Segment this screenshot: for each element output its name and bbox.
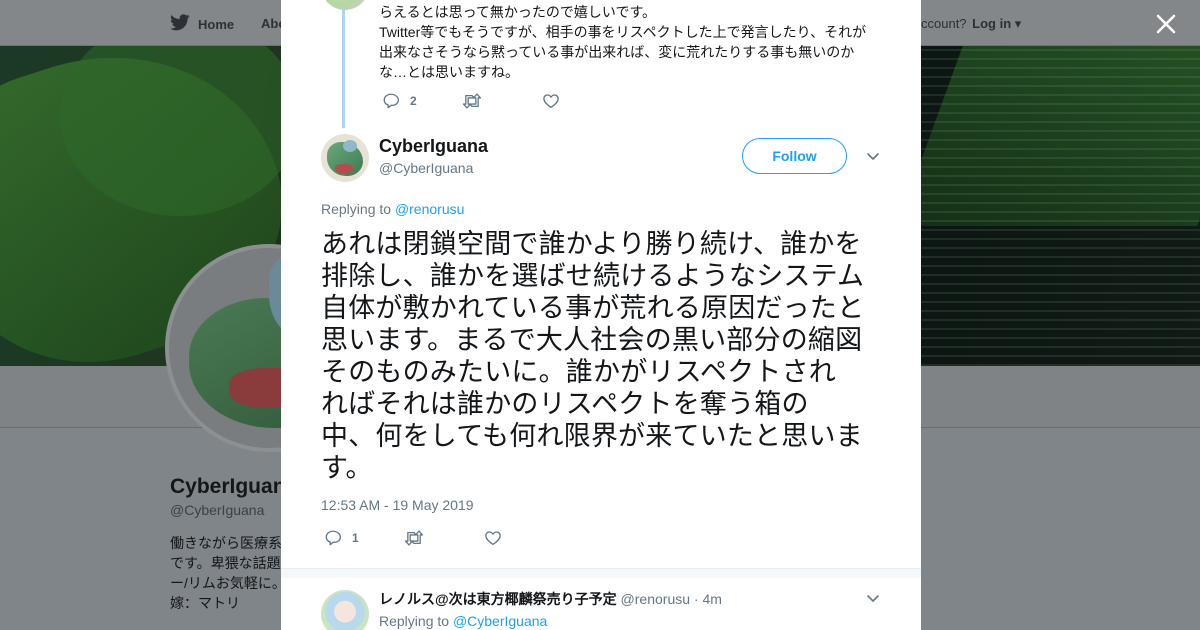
reply-button[interactable]: 1 bbox=[324, 529, 404, 547]
tweet-text-line: 自体が敷かれている事が荒れる原因だったと bbox=[321, 293, 865, 323]
tweet-text-line: Twitter等でもそうですが、相手の事をリスペクトした上で発言したり、それが bbox=[379, 24, 867, 40]
profile-handle: @CyberIguana bbox=[170, 502, 265, 518]
bio-line: ー/リムお気軽に。 bbox=[170, 575, 286, 591]
chevron-down-icon bbox=[865, 151, 881, 168]
previous-tweet-actions: 2 bbox=[382, 92, 570, 110]
replies-divider bbox=[281, 568, 921, 578]
reply-button[interactable]: 2 bbox=[382, 92, 462, 110]
reply-author-handle[interactable]: @renorusu bbox=[621, 591, 690, 607]
reply-count: 1 bbox=[352, 531, 359, 545]
avatar[interactable] bbox=[321, 134, 369, 182]
close-icon bbox=[1154, 12, 1178, 36]
reply-icon bbox=[382, 92, 400, 110]
main-tweet-text: あれは閉鎖空間で誰かより勝り続け、誰かを 排除し、誰かを選ばせ続けるようなシステ… bbox=[321, 228, 887, 484]
login-link[interactable]: Log in ▾ bbox=[972, 16, 1021, 31]
bio-line: 嫁：マトリ bbox=[170, 595, 240, 611]
twitter-bird-icon bbox=[170, 14, 190, 34]
reply-options-button[interactable] bbox=[865, 590, 881, 606]
reply-count: 2 bbox=[410, 94, 417, 108]
tweet-permalink-modal: らえるとは思って無かったので嬉しいです。 Twitter等でもそうですが、相手の… bbox=[281, 0, 921, 630]
retweet-button[interactable] bbox=[404, 529, 484, 547]
nav-home-label: Home bbox=[198, 16, 235, 32]
like-button[interactable] bbox=[484, 529, 512, 547]
tweet-text-line: 思います。まるで大人社会の黒い部分の縮図 bbox=[321, 325, 863, 355]
reply-icon bbox=[324, 529, 342, 547]
avatar[interactable] bbox=[321, 590, 369, 630]
tweet-text-line: らえるとは思って無かったので嬉しいです。 bbox=[379, 4, 657, 20]
retweet-icon bbox=[462, 92, 482, 110]
like-button[interactable] bbox=[542, 92, 570, 110]
profile-name: CyberIguana bbox=[170, 475, 298, 498]
avatar[interactable] bbox=[321, 0, 369, 10]
bio-line: です。卑猥な話題 bbox=[170, 555, 281, 571]
retweet-icon bbox=[404, 529, 424, 547]
reply-tweet-header: レノルス@次は東方椰麟祭売り子予定 @renorusu · 4m bbox=[379, 589, 722, 609]
tweet-text-line: 出来なさそうなら黙っている事が出来れば、変に荒れたりする事も無いのか bbox=[379, 44, 855, 60]
tweet-text-line: そのものみたいに。誰かがリスペクトされ bbox=[321, 357, 836, 387]
thread-connector-line bbox=[342, 0, 345, 128]
close-button[interactable] bbox=[1154, 12, 1178, 36]
previous-tweet-text: らえるとは思って無かったので嬉しいです。 Twitter等でもそうですが、相手の… bbox=[379, 2, 879, 82]
nav-home-link[interactable]: Home bbox=[170, 14, 234, 34]
tweet-text-line: 排除し、誰かを選ばせ続けるようなシステム bbox=[321, 261, 865, 291]
reply-time[interactable]: · 4m bbox=[694, 591, 722, 607]
nav-account-area: ccount? Log in ▾ bbox=[921, 16, 1021, 32]
tweet-text-line: す。 bbox=[321, 453, 373, 483]
heart-icon bbox=[484, 529, 502, 547]
main-tweet-actions: 1 bbox=[324, 529, 512, 547]
heart-icon bbox=[542, 92, 560, 110]
replying-to-prefix: Replying to bbox=[379, 613, 450, 629]
reply-author-name[interactable]: レノルス@次は東方椰麟祭売り子予定 bbox=[379, 591, 617, 607]
replying-to-line: Replying to @renorusu bbox=[321, 201, 464, 217]
reply-replying-to-line: Replying to @CyberIguana bbox=[379, 613, 547, 629]
tweet-text-line: あれは閉鎖空間で誰かより勝り続け、誰かを bbox=[321, 229, 862, 259]
profile-bio: 働きながら医療系 です。卑猥な話題 ー/リムお気軽に。 嫁：マトリ bbox=[170, 533, 290, 613]
tweet-timestamp[interactable]: 12:53 AM - 19 May 2019 bbox=[321, 497, 474, 513]
tweet-author-name[interactable]: CyberIguana bbox=[379, 136, 488, 157]
replying-to-prefix: Replying to bbox=[321, 201, 392, 217]
account-prompt: ccount? bbox=[921, 16, 967, 31]
bio-line: 働きながら医療系 bbox=[170, 535, 282, 551]
tweet-text-line: な…とは思いますね。 bbox=[379, 64, 519, 80]
tweet-text-line: 中、何をしても何れ限界が来ていたと思いま bbox=[321, 421, 863, 451]
retweet-button[interactable] bbox=[462, 92, 542, 110]
replying-to-link[interactable]: @renorusu bbox=[395, 201, 464, 217]
caret-icon: ▾ bbox=[1014, 16, 1022, 31]
tweet-author-handle[interactable]: @CyberIguana bbox=[379, 160, 473, 176]
follow-button[interactable]: Follow bbox=[742, 138, 847, 174]
tweet-text-line: ればそれは誰かのリスペクトを奪う箱の bbox=[321, 389, 809, 419]
replying-to-link[interactable]: @CyberIguana bbox=[453, 613, 547, 629]
chevron-down-icon bbox=[865, 593, 881, 610]
tweet-options-button[interactable] bbox=[865, 148, 881, 164]
